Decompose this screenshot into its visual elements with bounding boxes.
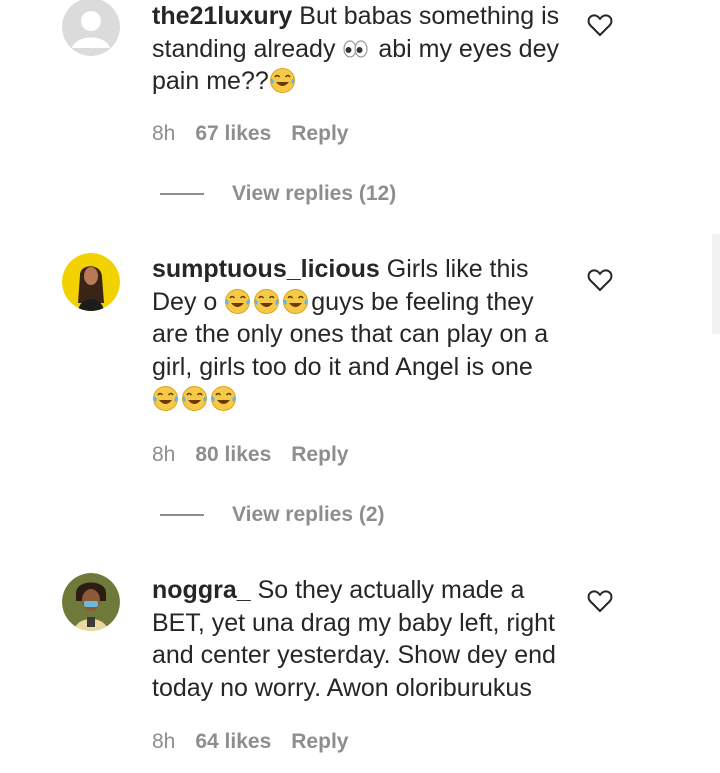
default-avatar-icon [62, 0, 120, 56]
like-heart-icon[interactable] [587, 268, 613, 292]
like-heart-icon[interactable] [587, 589, 613, 613]
comment-text: noggra_ So they actually made a BET, yet… [152, 574, 562, 704]
divider-line [160, 514, 204, 517]
likes-count[interactable]: 80 likes [195, 443, 271, 466]
comment-username[interactable]: sumptuous_licious [152, 255, 380, 283]
comment-text: the21luxury But babas something is stand… [152, 0, 562, 98]
comment-meta: 8h 80 likes Reply [152, 443, 368, 467]
laughing-tears-emoji-icon [152, 385, 179, 412]
laughing-tears-emoji-icon [181, 385, 208, 412]
like-heart-icon[interactable] [587, 13, 613, 37]
divider-line [160, 193, 204, 196]
laughing-tears-emoji-icon [224, 288, 251, 315]
comment-time: 8h [152, 443, 176, 466]
comment-text: sumptuous_licious Girls like this Dey o … [152, 253, 562, 416]
scrollbar-edge[interactable] [712, 234, 720, 334]
view-replies-button[interactable]: View replies (12) [160, 182, 396, 206]
eyes-emoji-icon [342, 35, 369, 62]
likes-count[interactable]: 67 likes [195, 122, 271, 145]
view-replies-label: View replies (2) [232, 503, 385, 526]
reply-button[interactable]: Reply [291, 443, 348, 466]
avatar[interactable] [62, 253, 120, 311]
laughing-tears-emoji-icon [253, 288, 280, 315]
avatar[interactable] [62, 573, 120, 631]
avatar[interactable] [62, 0, 120, 56]
reply-button[interactable]: Reply [291, 122, 348, 145]
comment-meta: 8h 67 likes Reply [152, 122, 368, 146]
laughing-tears-emoji-icon [269, 67, 296, 94]
man-avatar-icon [62, 573, 120, 631]
comment-username[interactable]: noggra_ [152, 576, 251, 604]
comment-time: 8h [152, 730, 176, 753]
likes-count[interactable]: 64 likes [195, 730, 271, 753]
comment-meta: 8h 64 likes Reply [152, 730, 368, 754]
view-replies-label: View replies (12) [232, 182, 397, 205]
comment-username[interactable]: the21luxury [152, 2, 292, 30]
laughing-tears-emoji-icon [210, 385, 237, 412]
woman-avatar-icon [62, 253, 120, 311]
laughing-tears-emoji-icon [282, 288, 309, 315]
comment-time: 8h [152, 122, 176, 145]
reply-button[interactable]: Reply [291, 730, 348, 753]
view-replies-button[interactable]: View replies (2) [160, 503, 385, 527]
